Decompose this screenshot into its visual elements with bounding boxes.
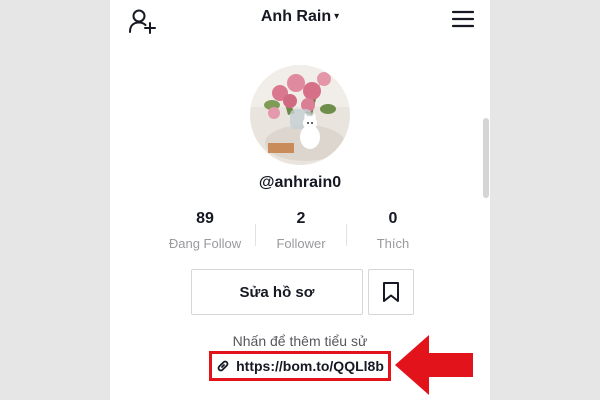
bio-link-text: https://bom.to/QQLl8b <box>236 358 384 374</box>
edit-profile-button[interactable]: Sửa hồ sơ <box>191 269 363 315</box>
likes-label: Thích <box>376 236 410 251</box>
link-icon <box>217 360 229 372</box>
bio-link[interactable]: https://bom.to/QQLl8b <box>209 351 391 381</box>
following-count: 89 <box>196 210 214 227</box>
username: @anhrain0 <box>258 174 342 191</box>
account-switcher[interactable]: Anh Rain ▾ <box>110 8 490 26</box>
red-arrow-icon <box>395 335 473 395</box>
likes-count: 0 <box>388 210 398 227</box>
account-name: Anh Rain <box>260 8 332 25</box>
top-bar: Anh Rain ▾ <box>110 0 490 40</box>
bookmark-button[interactable] <box>368 269 414 315</box>
likes-stat[interactable]: 0 Thích <box>338 210 448 251</box>
avatar[interactable] <box>250 65 350 165</box>
following-stat[interactable]: 89 Đang Follow <box>150 210 260 251</box>
following-label: Đang Follow <box>168 236 242 251</box>
hamburger-menu-icon[interactable] <box>452 10 474 28</box>
bookmark-icon <box>383 282 399 302</box>
scrollbar <box>483 118 489 198</box>
chevron-down-icon: ▾ <box>334 11 340 22</box>
